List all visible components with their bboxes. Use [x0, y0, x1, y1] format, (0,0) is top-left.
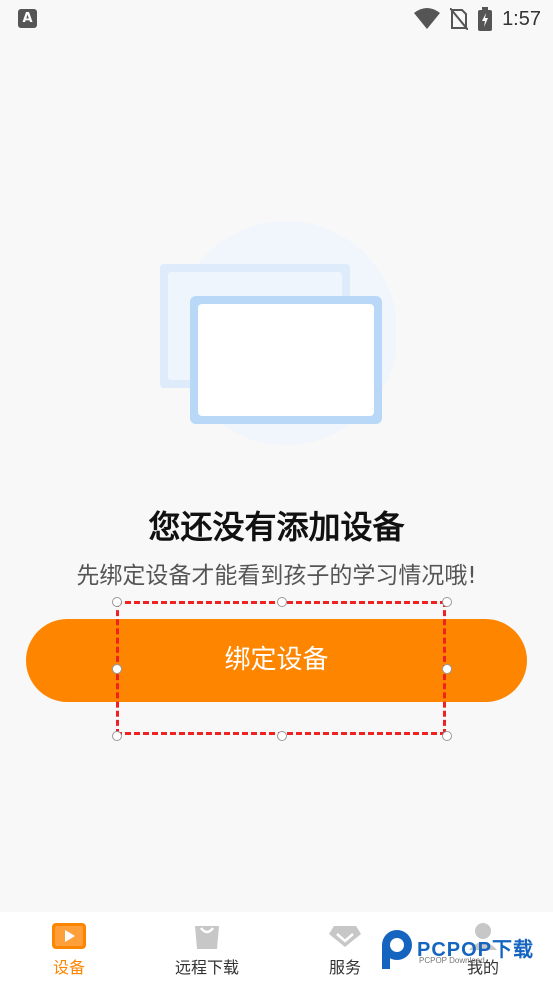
selection-handle: [112, 731, 122, 741]
status-icons: 1:57: [414, 6, 541, 32]
device-play-icon: [52, 923, 86, 949]
tab-remote-download-label: 远程下载: [174, 958, 239, 977]
tab-devices[interactable]: 设备: [9, 912, 129, 983]
selection-handle: [442, 597, 452, 607]
status-bar: A 1:57: [0, 0, 553, 38]
selection-handle: [442, 664, 452, 674]
tab-devices-label: 设备: [52, 958, 85, 977]
wifi-icon: [414, 8, 441, 29]
empty-state-subtitle: 先绑定设备才能看到孩子的学习情况哦!: [76, 563, 477, 589]
selection-handle: [277, 597, 287, 607]
selection-handle: [277, 731, 287, 741]
empty-state-title: 您还没有添加设备: [148, 508, 405, 546]
selection-overlay: [116, 601, 446, 735]
shopping-bag-icon: [195, 926, 219, 949]
tab-remote-download[interactable]: 远程下载: [147, 912, 267, 983]
empty-devices-illustration: [160, 221, 396, 445]
watermark-subtext: PCPOP Download: [419, 956, 485, 965]
pcpop-logo-icon: [382, 930, 412, 969]
pcpop-watermark: PCPOP下载 PCPOP Download: [377, 927, 547, 973]
battery-charging-icon: [478, 7, 493, 31]
selection-handle: [442, 731, 452, 741]
clock: 1:57: [502, 7, 541, 30]
app-notification-icon: A: [18, 9, 37, 28]
diamond-icon: [329, 926, 361, 947]
selection-handle: [112, 664, 122, 674]
selection-handle: [112, 597, 122, 607]
no-sim-icon: [450, 8, 469, 30]
